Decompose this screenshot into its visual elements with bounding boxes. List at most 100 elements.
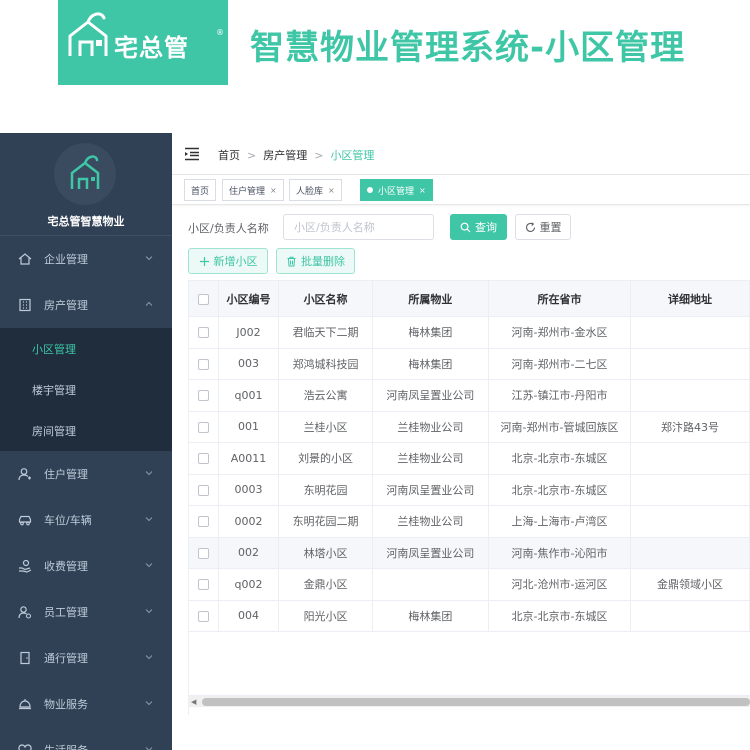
active-dot-icon bbox=[367, 187, 373, 193]
scrollbar-thumb[interactable] bbox=[202, 698, 750, 706]
row-checkbox[interactable] bbox=[197, 610, 209, 622]
batch-delete-button[interactable]: 批量删除 bbox=[276, 248, 355, 274]
tag-label: 小区管理 bbox=[378, 186, 415, 197]
table-row[interactable]: 0002 东明花园二期 兰桂物业公司 上海-上海市-卢湾区 bbox=[189, 505, 750, 538]
table-row[interactable]: 0003 东明花园 河南凤呈置业公司 北京-北京市-东城区 bbox=[189, 474, 750, 506]
table-cell bbox=[630, 316, 750, 349]
query-button-label: 查询 bbox=[475, 221, 497, 234]
close-icon[interactable]: × bbox=[270, 186, 277, 195]
table-cell: 河南凤呈置业公司 bbox=[372, 379, 489, 412]
table-cell: 001 bbox=[218, 411, 280, 443]
sidebar-submenu-property: 小区管理 楼宇管理 房间管理 bbox=[0, 328, 172, 451]
table-cell: 郑汴路43号 bbox=[630, 411, 750, 443]
tag-label: 人脸库 bbox=[296, 186, 324, 197]
query-button[interactable]: 查询 bbox=[450, 214, 507, 240]
sidebar-item-fees[interactable]: 收费管理 bbox=[0, 543, 172, 589]
sidebar-subitem-building[interactable]: 楼宇管理 bbox=[0, 369, 172, 410]
sidebar-item-enterprise[interactable]: 企业管理 bbox=[0, 236, 172, 282]
table-cell: 003 bbox=[218, 348, 280, 380]
row-checkbox[interactable] bbox=[197, 547, 209, 559]
table-row[interactable]: 004 阳光小区 梅林集团 北京-北京市-东城区 bbox=[189, 600, 750, 632]
add-community-button[interactable]: 新增小区 bbox=[188, 248, 268, 274]
row-checkbox[interactable] bbox=[197, 421, 209, 433]
table-cell: 兰桂小区 bbox=[278, 411, 373, 443]
topbar: 首页 > 房产管理 > 小区管理 bbox=[172, 133, 750, 175]
table-row[interactable]: J002 君临天下二期 梅林集团 河南-郑州市-金水区 bbox=[189, 316, 750, 349]
table-row[interactable]: 002 林塔小区 河南凤呈置业公司 河南-焦作市-沁阳市 bbox=[189, 537, 750, 569]
table-row[interactable]: 001 兰桂小区 兰桂物业公司 河南-郑州市-管城回族区 郑汴路43号 bbox=[189, 411, 750, 443]
table-cell: 梅林集团 bbox=[372, 348, 489, 380]
add-button-label: 新增小区 bbox=[213, 255, 258, 268]
sidebar-item-access[interactable]: 通行管理 bbox=[0, 635, 172, 681]
search-form: 小区/负责人名称 查询 重置 bbox=[172, 213, 750, 241]
page: 宅总管 ® 智慧物业管理系统-小区管理 宅总管智慧物业 企业管理 房产管理 小区… bbox=[0, 0, 750, 750]
sidebar-item-property-service[interactable]: 物业服务 bbox=[0, 681, 172, 727]
table-row[interactable]: q002 金鼎小区 河北-沧州市-运河区 金鼎领域小区 bbox=[189, 568, 750, 601]
sidebar-subitem-room[interactable]: 房间管理 bbox=[0, 410, 172, 451]
sidebar-subitem-community[interactable]: 小区管理 bbox=[0, 328, 172, 369]
table-cell: 河北-沧州市-运河区 bbox=[488, 568, 632, 601]
row-checkbox[interactable] bbox=[197, 579, 209, 591]
breadcrumb-property[interactable]: 房产管理 bbox=[263, 149, 307, 162]
sidebar-item-label: 车位/车辆 bbox=[44, 514, 92, 527]
tag-residents[interactable]: 住户管理 × bbox=[222, 179, 284, 201]
table-row[interactable]: 003 郑鸿城科技园 梅林集团 河南-郑州市-二七区 bbox=[189, 348, 750, 380]
table-cell: 阳光小区 bbox=[278, 600, 373, 632]
menu-fold-icon[interactable] bbox=[184, 147, 200, 161]
table-cell: 北京-北京市-东城区 bbox=[488, 474, 632, 506]
logo-house-icon bbox=[68, 12, 108, 56]
data-table: 小区编号 小区名称 所属物业 所在省市 详细地址 J002 君临天下二期 梅林集团河… bbox=[189, 280, 750, 632]
horizontal-scrollbar[interactable]: ◀ bbox=[188, 695, 750, 707]
company-avatar bbox=[54, 143, 116, 205]
table-cell: J002 bbox=[218, 316, 280, 349]
tags-view: 首页 住户管理 × 人脸库 × 小区管理 × bbox=[172, 175, 750, 205]
row-checkbox[interactable] bbox=[197, 453, 209, 465]
table-cell bbox=[630, 379, 750, 412]
chevron-down-icon bbox=[145, 701, 153, 706]
sidebar-item-label: 房产管理 bbox=[44, 299, 88, 312]
close-icon[interactable]: × bbox=[419, 186, 426, 195]
table-cell: 林塔小区 bbox=[278, 537, 373, 569]
table-cell bbox=[630, 348, 750, 380]
table-cell: 河南-郑州市-金水区 bbox=[488, 316, 632, 349]
scroll-left-arrow-icon[interactable]: ◀ bbox=[191, 698, 196, 706]
breadcrumb: 首页 > 房产管理 > 小区管理 bbox=[218, 147, 374, 163]
row-checkbox[interactable] bbox=[197, 327, 209, 339]
tag-home[interactable]: 首页 bbox=[184, 179, 217, 201]
sidebar-item-parking[interactable]: 车位/车辆 bbox=[0, 497, 172, 543]
sidebar-item-label: 物业服务 bbox=[44, 698, 88, 711]
table-cell: 004 bbox=[218, 600, 280, 632]
sidebar-item-property[interactable]: 房产管理 bbox=[0, 282, 172, 328]
hand-coin-icon bbox=[18, 559, 32, 573]
sidebar-item-life-service[interactable]: 生活服务 bbox=[0, 727, 172, 750]
chevron-down-icon bbox=[145, 747, 153, 750]
tag-face-library[interactable]: 人脸库 × bbox=[289, 179, 342, 201]
select-all-checkbox[interactable] bbox=[197, 293, 209, 305]
reset-button[interactable]: 重置 bbox=[515, 214, 571, 240]
breadcrumb-separator: > bbox=[314, 149, 324, 162]
breadcrumb-home[interactable]: 首页 bbox=[218, 149, 240, 162]
chevron-down-icon bbox=[145, 609, 153, 614]
chevron-down-icon bbox=[145, 517, 153, 522]
sidebar: 宅总管智慧物业 企业管理 房产管理 小区管理 楼宇管理 房间管理 住户管理 车位… bbox=[0, 133, 172, 750]
table-cell: 君临天下二期 bbox=[278, 316, 373, 349]
row-select-cell bbox=[189, 411, 219, 443]
sidebar-item-staff[interactable]: 员工管理 bbox=[0, 589, 172, 635]
table-cell: 浩云公寓 bbox=[278, 379, 373, 412]
search-input[interactable] bbox=[283, 214, 434, 240]
table-cell bbox=[630, 537, 750, 569]
table-cell: 上海-上海市-卢湾区 bbox=[488, 505, 632, 538]
row-checkbox[interactable] bbox=[197, 390, 209, 402]
row-checkbox[interactable] bbox=[197, 484, 209, 496]
close-icon[interactable]: × bbox=[328, 186, 335, 195]
logo-registered-mark: ® bbox=[216, 28, 224, 37]
row-checkbox[interactable] bbox=[197, 358, 209, 370]
row-checkbox[interactable] bbox=[197, 516, 209, 528]
tag-community[interactable]: 小区管理 × bbox=[360, 179, 433, 201]
table-row[interactable]: q001 浩云公寓 河南凤呈置业公司 江苏-镇江市-丹阳市 bbox=[189, 379, 750, 412]
sidebar-item-residents[interactable]: 住户管理 bbox=[0, 451, 172, 497]
tag-label: 首页 bbox=[191, 186, 210, 197]
row-select-cell bbox=[189, 474, 219, 506]
table-cell: A0011 bbox=[218, 442, 280, 475]
table-row[interactable]: A0011 刘景的小区 兰桂物业公司 北京-北京市-东城区 bbox=[189, 442, 750, 475]
